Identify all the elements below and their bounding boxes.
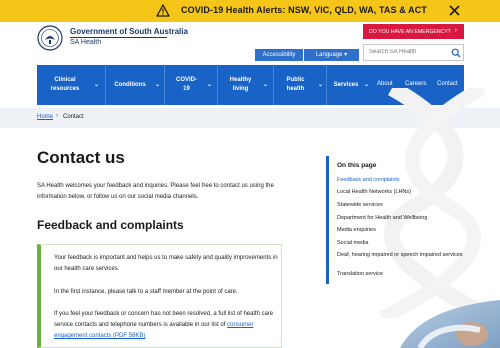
search-input[interactable] <box>369 49 447 55</box>
otp-link-statewide[interactable]: Statewide services <box>337 202 465 209</box>
site-name: SA Health <box>70 39 102 46</box>
nav-services[interactable]: Services ⌄ <box>327 65 371 105</box>
nav-label: Clinical resources <box>50 77 80 92</box>
chevron-down-icon: ⌄ <box>364 82 370 88</box>
chevron-down-icon: ⌄ <box>207 82 213 88</box>
chevron-down-icon: ⌄ <box>94 82 100 88</box>
nav-label: Healthy living <box>229 77 252 92</box>
nav-healthy-living[interactable]: Healthy living ⌄ <box>218 65 271 105</box>
intro-paragraph: SA Health welcomes your feedback and inq… <box>37 183 274 200</box>
government-name: Government of South Australia <box>70 27 188 36</box>
callout-paragraph: If you feel your feedback or concern has… <box>54 311 274 339</box>
on-this-page-nav: On this page Feedback and complaints Loc… <box>326 156 464 284</box>
people-photo <box>400 300 500 348</box>
otp-link-social[interactable]: Social media <box>337 240 465 247</box>
sa-government-crest-logo[interactable] <box>37 25 63 51</box>
header-divider <box>70 37 167 38</box>
nav-contact[interactable]: Contact <box>437 81 458 87</box>
feedback-callout: Your feedback is important and helps us … <box>37 244 282 348</box>
language-button[interactable]: Language ▾ <box>304 49 359 61</box>
chevron-down-icon: ⌄ <box>155 82 161 88</box>
otp-link-lhns[interactable]: Local Health Networks (LHNs) <box>337 189 465 196</box>
chevron-down-icon: ⌄ <box>318 82 324 88</box>
section-heading-feedback: Feedback and complaints <box>37 218 184 232</box>
on-this-page-title: On this page <box>337 162 377 169</box>
close-icon[interactable] <box>448 4 461 17</box>
emergency-label: DO YOU HAVE AN EMERGENCY? <box>369 29 451 35</box>
page-title: Contact us <box>37 148 125 167</box>
accessibility-button[interactable]: Accessibility <box>255 49 303 61</box>
warning-icon <box>156 4 170 17</box>
alert-text[interactable]: COVID-19 Health Alerts: NSW, VIC, QLD, W… <box>181 5 427 15</box>
nav-label: COVID- 19 <box>176 77 197 92</box>
nav-label: Public health <box>286 77 305 92</box>
nav-label: Conditions <box>114 82 146 88</box>
covid-alert-bar[interactable]: COVID-19 Health Alerts: NSW, VIC, QLD, W… <box>0 0 500 22</box>
search-icon[interactable] <box>451 48 461 58</box>
chevron-down-icon: ⌄ <box>263 82 269 88</box>
emergency-button[interactable]: DO YOU HAVE AN EMERGENCY? › <box>363 24 464 39</box>
callout-paragraph: In the first instance, please talk to a … <box>54 289 238 295</box>
callout-paragraph: Your feedback is important and helps us … <box>54 255 278 272</box>
nav-public-health[interactable]: Public health ⌄ <box>274 65 325 105</box>
breadcrumb-home-link[interactable]: Home <box>37 114 53 120</box>
otp-link-translation[interactable]: Translation service <box>337 271 465 278</box>
nav-conditions[interactable]: Conditions ⌄ <box>106 65 162 105</box>
breadcrumb-current: Contact <box>63 114 84 120</box>
nav-about[interactable]: About <box>377 81 393 87</box>
otp-link-feedback[interactable]: Feedback and complaints <box>337 177 465 184</box>
search-box[interactable] <box>363 44 464 61</box>
chevron-right-icon: › <box>454 27 457 34</box>
nav-covid-19[interactable]: COVID- 19 ⌄ <box>165 65 216 105</box>
otp-link-department[interactable]: Department for Health and Wellbeing <box>337 215 465 222</box>
otp-link-media[interactable]: Media enquiries <box>337 227 465 234</box>
nav-careers[interactable]: Careers <box>405 81 426 87</box>
nav-clinical-resources[interactable]: Clinical resources ⌄ <box>37 65 101 105</box>
breadcrumb-separator-icon: › <box>56 113 58 119</box>
nav-label: Services <box>333 82 359 88</box>
otp-link-deaf-services[interactable]: Deaf, hearing impaired or speech impaire… <box>337 252 465 259</box>
